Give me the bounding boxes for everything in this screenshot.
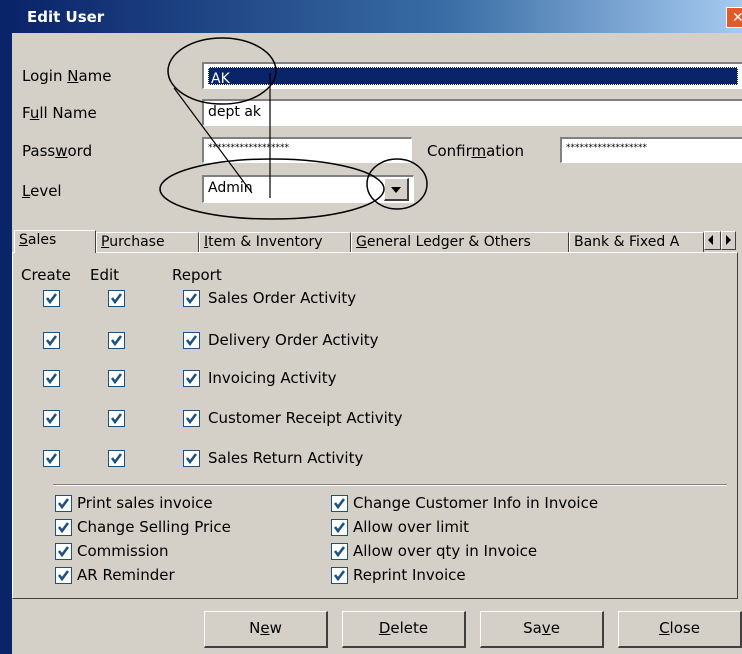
checkmark-icon — [185, 293, 198, 305]
option-checkbox[interactable] — [55, 543, 72, 560]
checkmark-icon — [110, 335, 123, 347]
option-checkbox[interactable] — [331, 567, 348, 584]
checkmark-icon — [110, 373, 123, 385]
option-label: Reprint Invoice — [353, 566, 466, 584]
option-checkbox[interactable] — [331, 519, 348, 536]
checkmark-icon — [333, 546, 346, 558]
permission-label: Delivery Order Activity — [208, 331, 379, 349]
option-checkbox[interactable] — [55, 519, 72, 536]
annotation-marks — [159, 37, 428, 220]
checkmark-icon — [185, 413, 198, 425]
create-checkbox[interactable] — [43, 370, 60, 387]
option-label: AR Reminder — [77, 566, 175, 584]
checkmark-icon — [45, 293, 58, 305]
tab-bank-fixed[interactable]: Bank & Fixed A — [569, 232, 704, 252]
edit-user-window: Edit User ✕ Login Name AK Full Name dept… — [0, 0, 742, 654]
report-checkbox[interactable] — [183, 332, 200, 349]
arrow-left-icon — [708, 235, 713, 245]
option-label: Commission — [77, 542, 169, 560]
separator — [53, 484, 727, 486]
option-label: Allow over limit — [353, 518, 470, 536]
checkmark-icon — [57, 522, 70, 534]
dialog-body: Login Name AK Full Name dept ak Password… — [12, 33, 742, 654]
arrow-right-icon — [726, 235, 731, 245]
create-checkbox[interactable] — [43, 332, 60, 349]
option-checkbox[interactable] — [331, 543, 348, 560]
checkmark-icon — [45, 373, 58, 385]
checkmark-icon — [333, 570, 346, 582]
edit-checkbox[interactable] — [108, 450, 125, 467]
column-header-edit: Edit — [90, 266, 120, 284]
close-window-button[interactable]: ✕ — [726, 7, 742, 28]
option-label: Change Selling Price — [77, 518, 231, 536]
checkmark-icon — [110, 293, 123, 305]
edit-checkbox[interactable] — [108, 410, 125, 427]
tab-sales[interactable]: Sales — [14, 230, 96, 253]
option-checkbox[interactable] — [55, 495, 72, 512]
option-checkbox[interactable] — [331, 495, 348, 512]
checkmark-icon — [185, 373, 198, 385]
permission-label: Invoicing Activity — [208, 369, 337, 387]
create-checkbox[interactable] — [43, 450, 60, 467]
close-icon: ✕ — [732, 10, 742, 26]
report-checkbox[interactable] — [183, 450, 200, 467]
permission-label: Customer Receipt Activity — [208, 409, 403, 427]
create-checkbox[interactable] — [43, 290, 60, 307]
report-checkbox[interactable] — [183, 290, 200, 307]
checkmark-icon — [185, 453, 198, 465]
edit-checkbox[interactable] — [108, 290, 125, 307]
checkmark-icon — [333, 498, 346, 510]
permission-label: Sales Return Activity — [208, 449, 364, 467]
password-label: Password — [22, 142, 93, 160]
report-checkbox[interactable] — [183, 370, 200, 387]
option-checkbox[interactable] — [55, 567, 72, 584]
edit-checkbox[interactable] — [108, 332, 125, 349]
full-name-label: Full Name — [22, 104, 97, 122]
option-label: Allow over qty in Invoice — [353, 542, 538, 560]
checkmark-icon — [57, 570, 70, 582]
checkmark-icon — [110, 453, 123, 465]
checkmark-icon — [45, 335, 58, 347]
checkmark-icon — [185, 335, 198, 347]
edit-checkbox[interactable] — [108, 370, 125, 387]
new-button[interactable]: New — [204, 611, 328, 648]
level-label: Level — [22, 182, 62, 200]
checkmark-icon — [110, 413, 123, 425]
tab-general-ledger[interactable]: General Ledger & Others — [351, 232, 569, 252]
report-checkbox[interactable] — [183, 410, 200, 427]
window-title: Edit User — [27, 8, 105, 26]
option-label: Change Customer Info in Invoice — [353, 494, 599, 512]
confirmation-value: ****************** — [566, 143, 647, 153]
window-left-border — [0, 0, 12, 654]
title-bar[interactable]: Edit User ✕ — [12, 0, 742, 33]
option-label: Print sales invoice — [77, 494, 213, 512]
tab-purchase[interactable]: Purchase — [96, 232, 199, 252]
confirmation-input[interactable]: ****************** — [560, 137, 742, 163]
checkmark-icon — [45, 413, 58, 425]
checkmark-icon — [333, 522, 346, 534]
checkmark-icon — [57, 546, 70, 558]
delete-button[interactable]: Delete — [342, 611, 466, 648]
tab-item-inventory[interactable]: Item & Inventory — [199, 232, 351, 252]
close-button[interactable]: Close — [618, 611, 742, 648]
column-header-report: Report — [172, 266, 222, 284]
create-checkbox[interactable] — [43, 410, 60, 427]
sales-tab-panel: Create Edit Report Sales Order Activity D… — [12, 252, 738, 599]
tab-scroll-right-button[interactable] — [721, 231, 736, 250]
login-name-label: Login Name — [22, 67, 112, 85]
column-header-create: Create — [21, 266, 71, 284]
save-button[interactable]: Save — [480, 611, 604, 648]
checkmark-icon — [45, 453, 58, 465]
tab-scroll-left-button[interactable] — [704, 231, 721, 250]
tab-strip: Sales Purchase Item & Inventory General … — [12, 230, 742, 253]
permission-label: Sales Order Activity — [208, 289, 357, 307]
checkmark-icon — [57, 498, 70, 510]
